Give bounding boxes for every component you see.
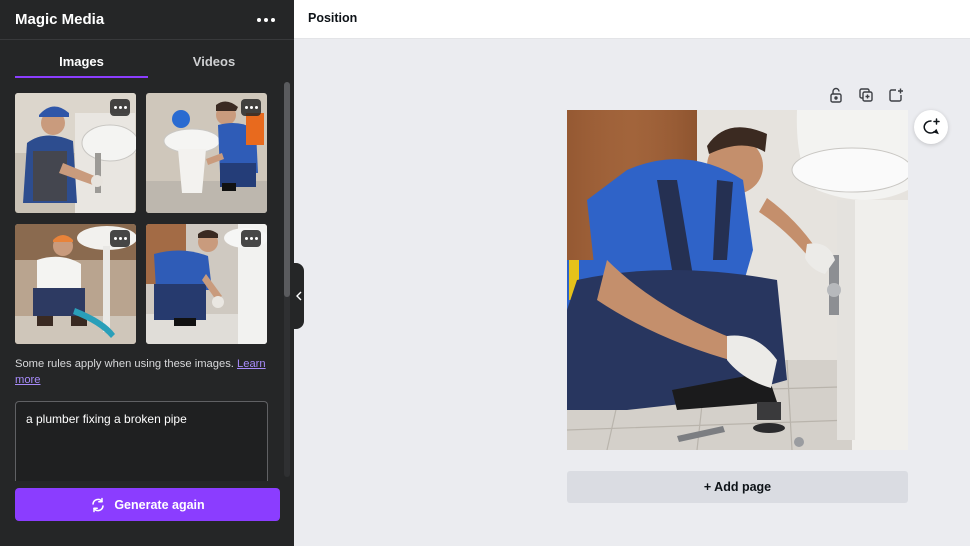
generated-image-grid (15, 93, 268, 344)
generated-image-4[interactable] (146, 224, 267, 344)
add-page-icon[interactable] (887, 86, 905, 104)
generated-image-3[interactable] (15, 224, 136, 344)
media-tabs: Images Videos (15, 48, 280, 80)
generate-again-label: Generate again (114, 497, 205, 512)
scrollbar-thumb[interactable] (284, 82, 290, 297)
duplicate-icon[interactable] (857, 86, 875, 104)
panel-scrollbar[interactable] (284, 82, 290, 477)
tab-videos[interactable]: Videos (148, 48, 280, 78)
generated-image-1[interactable] (15, 93, 136, 213)
image-options-icon[interactable] (241, 99, 261, 116)
generate-again-button[interactable]: Generate again (15, 488, 280, 521)
rules-text: Some rules apply when using these images… (15, 358, 234, 370)
image-options-icon[interactable] (110, 99, 130, 116)
generated-image-2[interactable] (146, 93, 267, 213)
image-options-icon[interactable] (241, 230, 261, 247)
position-button[interactable]: Position (308, 11, 357, 25)
tab-images[interactable]: Images (15, 48, 148, 78)
usage-rules-text: Some rules apply when using these images… (15, 356, 273, 388)
chevron-left-icon (296, 291, 302, 301)
magic-media-panel: Magic Media Images Videos Some rules app… (0, 0, 294, 546)
lock-icon[interactable] (827, 86, 845, 104)
collapse-panel-handle[interactable] (294, 263, 304, 329)
panel-title: Magic Media (15, 11, 105, 28)
add-page-button[interactable]: + Add page (567, 471, 908, 503)
add-comment-icon (923, 118, 940, 135)
design-canvas-image[interactable] (567, 110, 908, 450)
more-horizontal-icon[interactable] (252, 8, 280, 32)
panel-header: Magic Media (0, 0, 294, 40)
add-comment-button[interactable] (914, 110, 948, 144)
prompt-input[interactable]: a plumber fixing a broken pipe (15, 401, 268, 481)
editor-toolbar: Position (294, 0, 970, 39)
prompt-text: a plumber fixing a broken pipe (26, 412, 187, 426)
image-options-icon[interactable] (110, 230, 130, 247)
refresh-icon (92, 497, 105, 512)
